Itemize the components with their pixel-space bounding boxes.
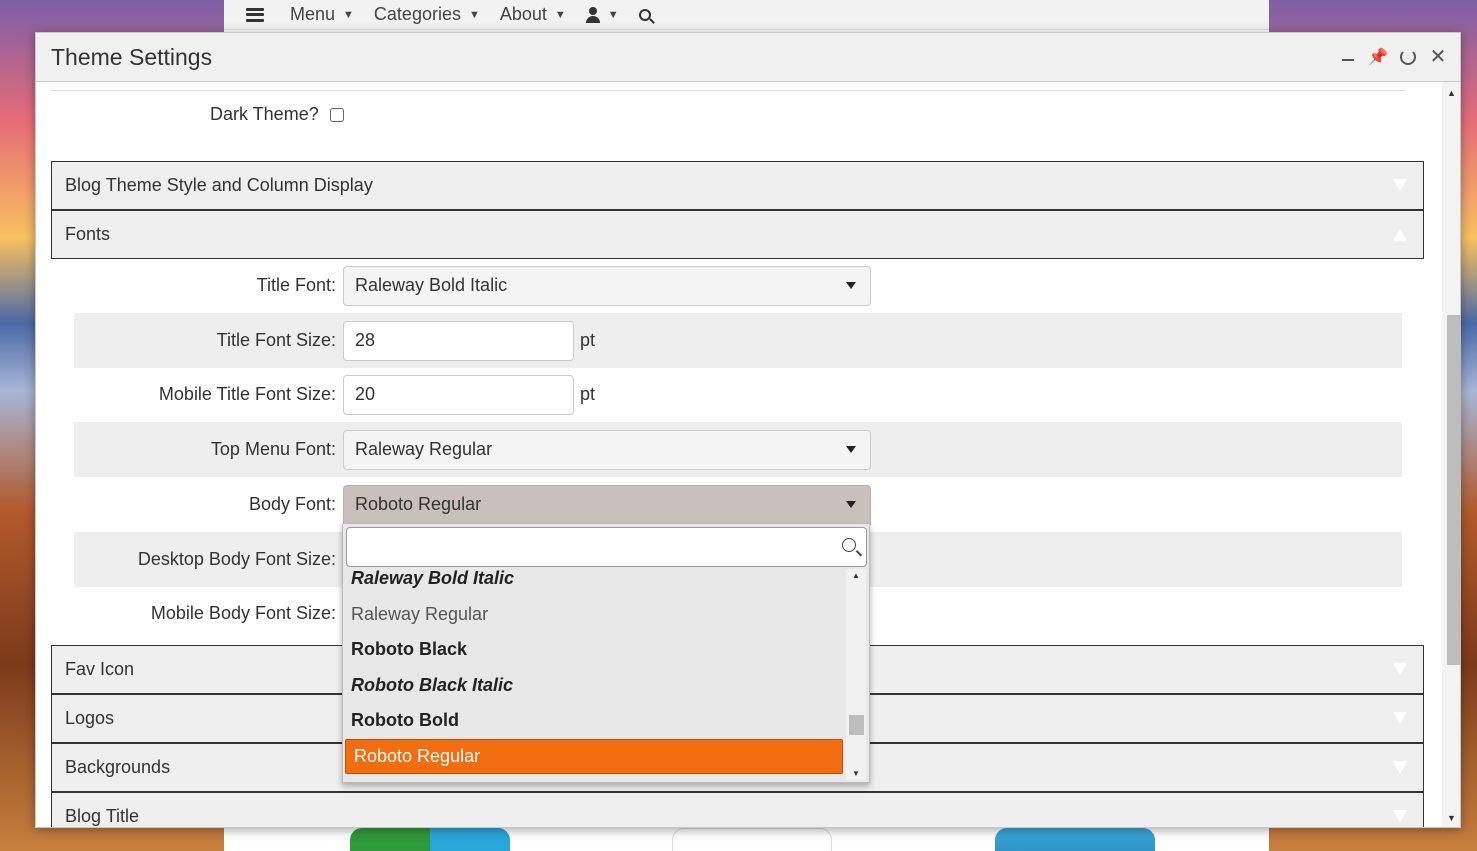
user-icon (585, 6, 600, 23)
body-font-label: Body Font: (248, 494, 336, 514)
title-font-row: Title Font: Raleway Bold Italic (74, 258, 1402, 313)
dropdown-option[interactable]: Raleway Bold Italic (343, 569, 845, 597)
top-menu-font-row: Top Menu Font: Raleway Regular (74, 422, 1402, 477)
mobile-title-font-size-row: Mobile Title Font Size: 20 pt (74, 367, 1402, 422)
caret-down-icon: ▼ (554, 8, 566, 21)
dark-theme-checkbox[interactable] (329, 107, 344, 122)
top-navigation: Menu ▼ Categories ▼ About ▼ ▼ (224, 0, 1269, 30)
dropdown-option[interactable]: Roboto Bold (343, 703, 845, 739)
expand-arrow-icon (1393, 179, 1407, 192)
clipped-description (50, 82, 1406, 91)
dropdown-search-input[interactable] (346, 527, 867, 567)
expand-arrow-icon (1393, 810, 1407, 823)
search-icon (638, 8, 651, 21)
dialog-scroll-thumb[interactable] (1447, 315, 1461, 665)
thumbnail-image[interactable] (672, 828, 832, 851)
refresh-icon[interactable] (1400, 49, 1416, 65)
caret-down-icon: ▼ (607, 8, 619, 21)
body-font-dropdown: Raleway Bold Italic Raleway Regular Robo… (342, 524, 870, 783)
dropdown-option[interactable]: Roboto Black Italic (343, 668, 845, 704)
top-menu-font-label: Top Menu Font: (210, 439, 336, 459)
nav-categories[interactable]: Categories ▼ (374, 4, 480, 25)
section-fav-icon-label: Fav Icon (65, 659, 135, 679)
unit-label: pt (580, 330, 596, 350)
theme-settings-dialog: Theme Settings 📌 ✕ Dark Theme? Blog Them… (35, 32, 1461, 828)
minimize-icon[interactable] (1340, 49, 1356, 65)
scroll-up-icon[interactable]: ▲ (1447, 88, 1456, 98)
caret-down-icon (846, 445, 856, 453)
title-font-size-input[interactable]: 28 (343, 320, 574, 361)
mobile-title-font-size-input[interactable]: 20 (343, 374, 574, 415)
unit-label: pt (580, 384, 596, 404)
section-fonts[interactable]: Fonts (51, 210, 1424, 259)
pin-icon[interactable]: 📌 (1368, 49, 1388, 66)
section-logos-label: Logos (65, 708, 115, 728)
scroll-down-icon[interactable]: ▼ (852, 769, 860, 778)
scroll-up-icon[interactable]: ▲ (852, 571, 860, 580)
collapse-arrow-icon (1393, 228, 1407, 241)
title-font-value: Raleway Bold Italic (355, 275, 508, 295)
body-font-select[interactable]: Roboto Regular (343, 484, 871, 525)
dialog-scrollbar[interactable]: ▲ ▼ (1442, 82, 1461, 827)
caret-down-icon (846, 281, 856, 289)
scroll-down-icon[interactable]: ▼ (1447, 813, 1456, 823)
body-font-value: Roboto Regular (355, 494, 482, 514)
title-font-size-label: Title Font Size: (216, 330, 336, 350)
dialog-header[interactable]: Theme Settings 📌 ✕ (36, 33, 1460, 82)
top-menu-font-value: Raleway Regular (355, 439, 493, 459)
section-blog-theme[interactable]: Blog Theme Style and Column Display (51, 161, 1424, 210)
section-blog-title[interactable]: Blog Title (51, 792, 1424, 827)
section-fonts-label: Fonts (65, 224, 111, 244)
top-menu-font-select[interactable]: Raleway Regular (343, 429, 871, 470)
thumbnail-image[interactable] (350, 828, 510, 851)
hamburger-icon[interactable] (246, 7, 264, 22)
mobile-title-font-size-label: Mobile Title Font Size: (158, 384, 336, 404)
dialog-title: Theme Settings (51, 43, 213, 70)
nav-menu-label: Menu (290, 4, 336, 24)
dropdown-option[interactable]: Raleway Regular (343, 597, 845, 633)
search-icon (842, 538, 856, 552)
thumbnail-image[interactable] (995, 828, 1155, 851)
caret-down-icon: ▼ (468, 8, 480, 21)
nav-about[interactable]: About ▼ (500, 4, 566, 25)
dark-theme-label: Dark Theme? (210, 104, 319, 124)
title-font-select[interactable]: Raleway Bold Italic (343, 265, 871, 306)
dropdown-option-list: Raleway Bold Italic Raleway Regular Robo… (343, 569, 845, 782)
dropdown-scrollbar[interactable]: ▲ ▼ (846, 569, 866, 780)
dropdown-option[interactable]: Roboto Black (343, 632, 845, 668)
title-font-size-row: Title Font Size: 28 pt (74, 313, 1402, 368)
dropdown-scroll-thumb[interactable] (849, 715, 864, 735)
expand-arrow-icon (1393, 712, 1407, 725)
desktop-body-font-size-label: Desktop Body Font Size: (137, 549, 336, 569)
section-blog-title-label: Blog Title (65, 806, 140, 826)
nav-search[interactable] (638, 8, 651, 21)
nav-about-label: About (499, 4, 547, 24)
nav-menu[interactable]: Menu ▼ (290, 4, 354, 25)
expand-arrow-icon (1393, 761, 1407, 774)
expand-arrow-icon (1393, 663, 1407, 676)
nav-user[interactable]: ▼ (585, 6, 619, 23)
caret-down-icon (846, 500, 856, 508)
nav-categories-label: Categories (373, 4, 461, 24)
caret-down-icon: ▼ (343, 8, 354, 21)
close-icon[interactable]: ✕ (1430, 47, 1447, 67)
dropdown-option-selected[interactable]: Roboto Regular (345, 738, 843, 774)
title-font-label: Title Font: (256, 275, 336, 295)
section-blog-theme-label: Blog Theme Style and Column Display (65, 175, 373, 195)
dark-theme-row: Dark Theme? (210, 104, 344, 125)
mobile-body-font-size-label: Mobile Body Font Size: (150, 603, 336, 623)
section-backgrounds-label: Backgrounds (65, 757, 171, 777)
dialog-body: Dark Theme? Blog Theme Style and Column … (36, 82, 1442, 827)
